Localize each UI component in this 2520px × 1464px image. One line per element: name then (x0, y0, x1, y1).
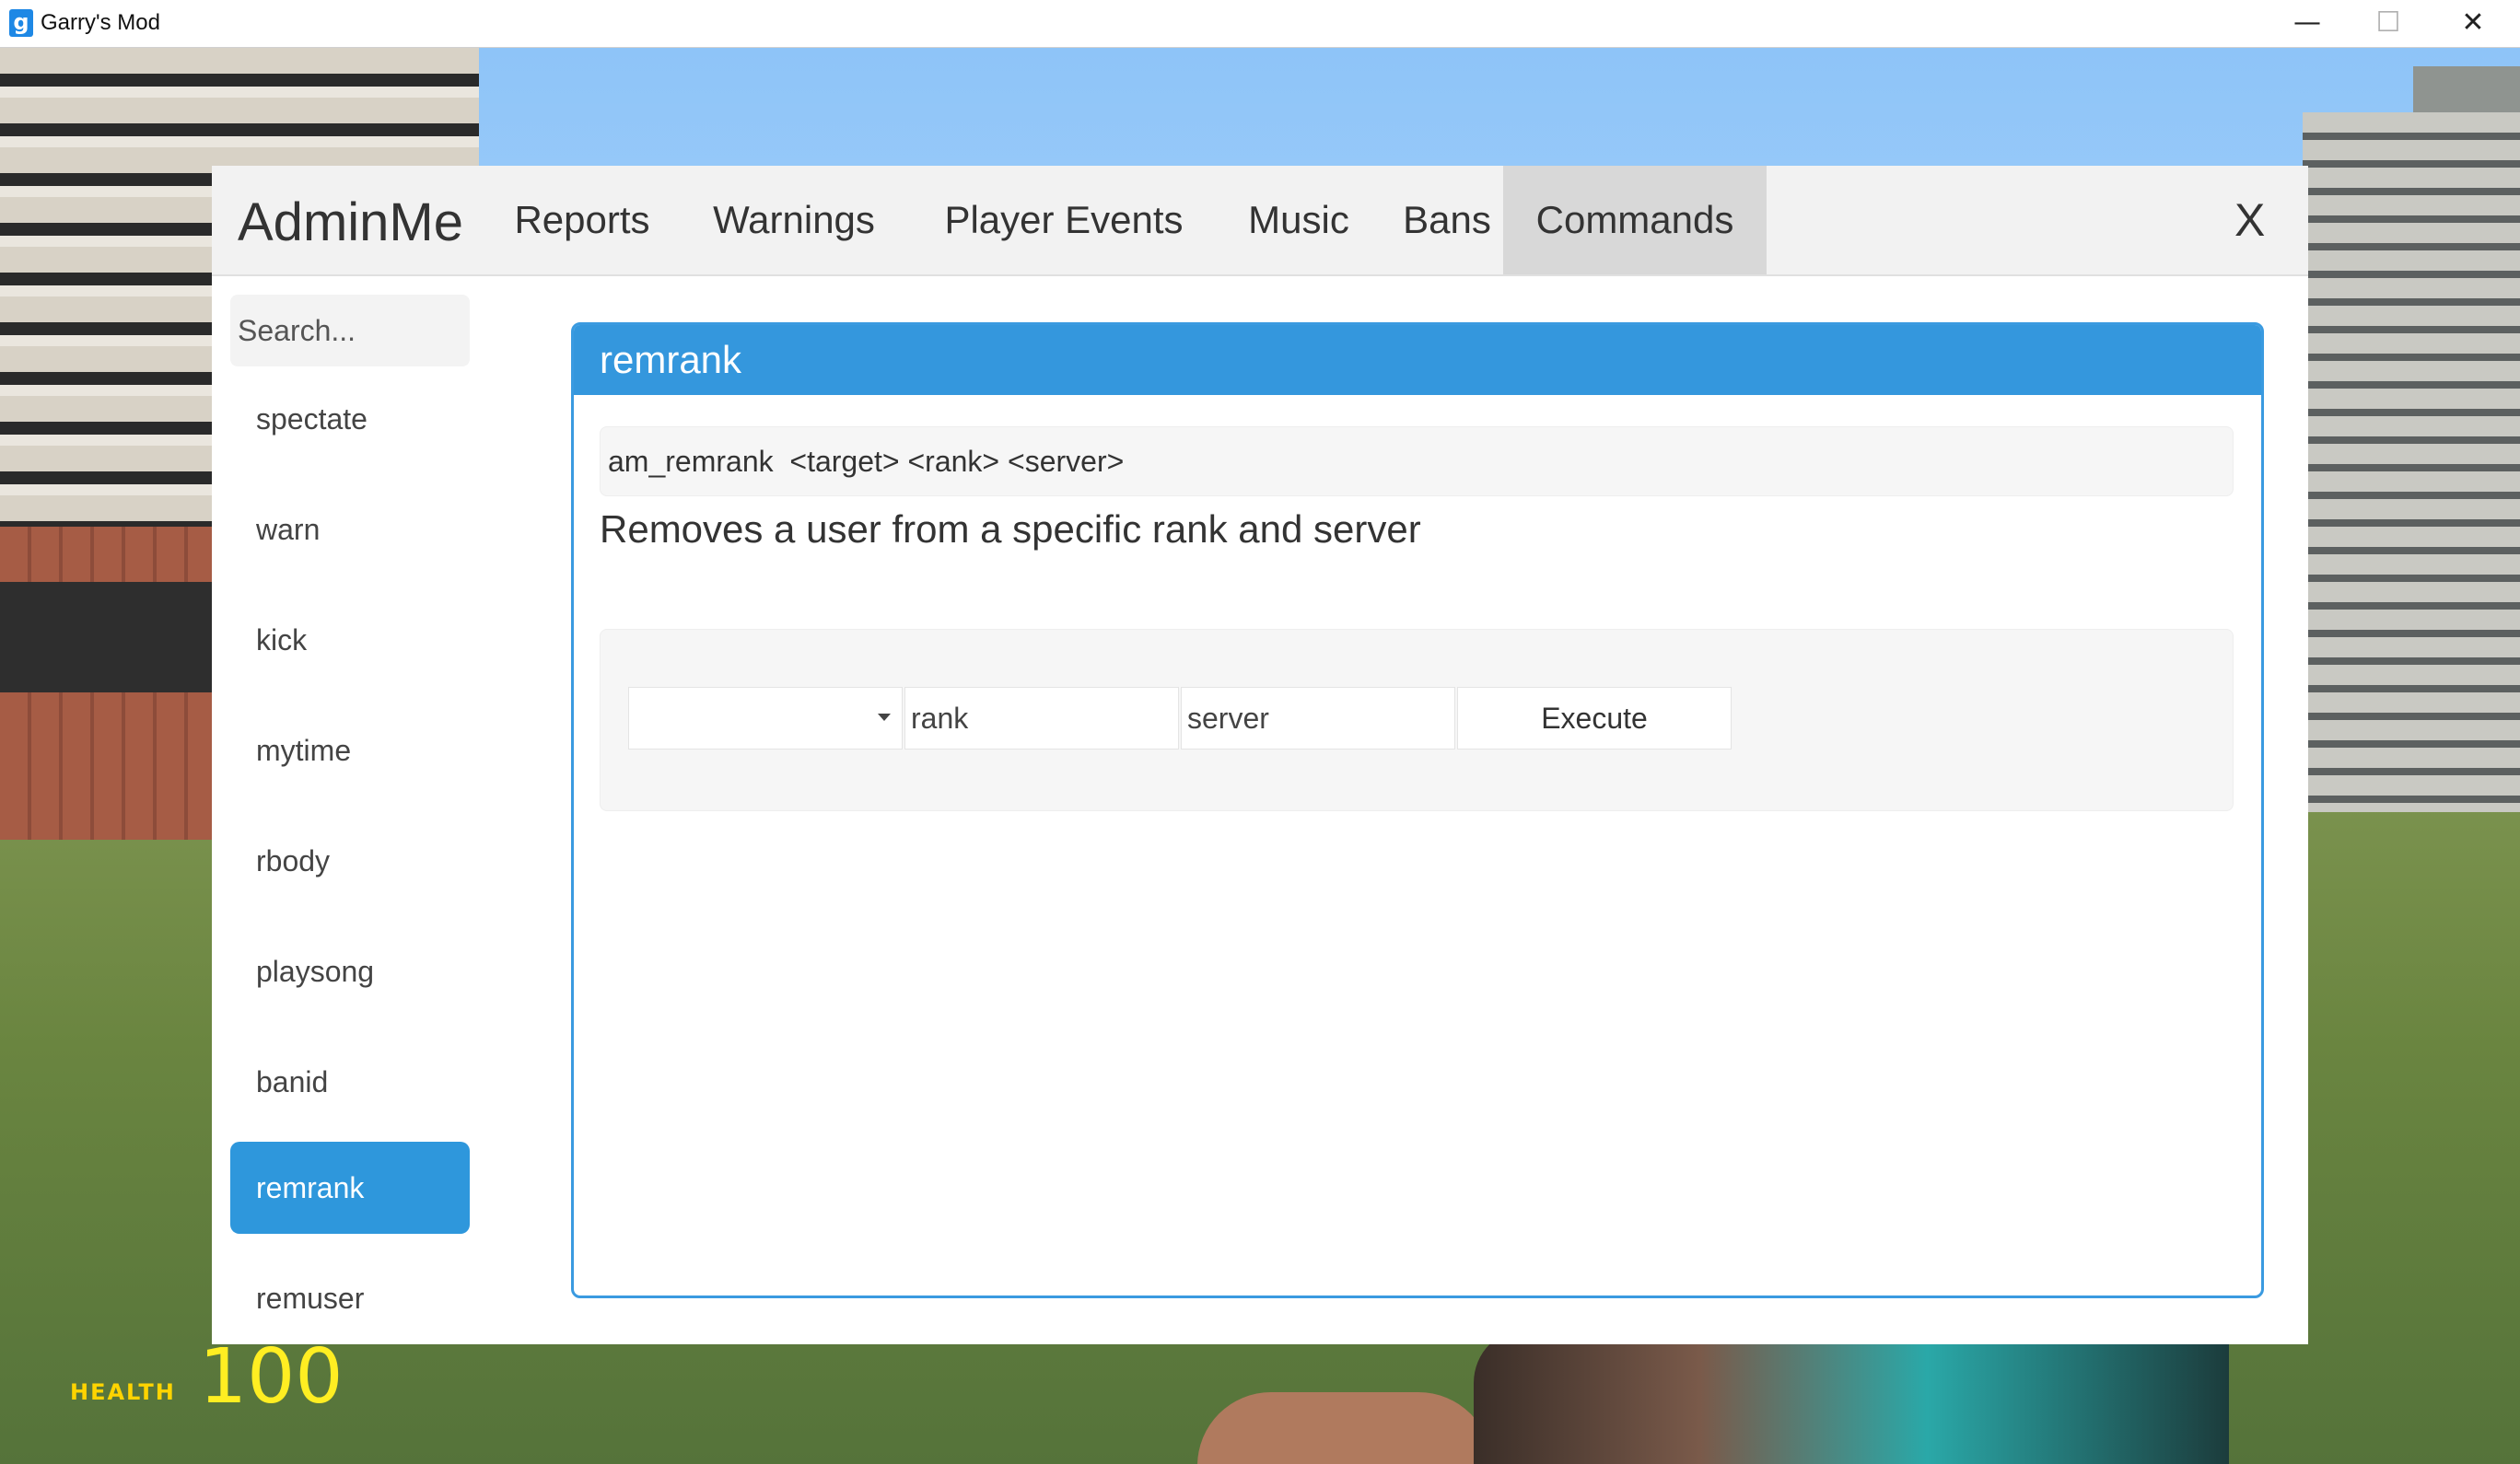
brand-title: AdminMe (238, 192, 463, 252)
minimize-button[interactable]: — (2266, 0, 2349, 48)
command-args-form: rank server Execute (600, 629, 2234, 811)
rank-input[interactable]: rank (904, 687, 1179, 749)
health-value: 100 (199, 1333, 344, 1421)
command-item-rbody[interactable]: rbody (230, 815, 470, 907)
command-detail-title: remrank (574, 325, 2261, 395)
server-input[interactable]: server (1181, 687, 1455, 749)
tab-music[interactable]: Music (1234, 166, 1363, 274)
window-titlebar: g Garry's Mod — ☐ ✕ (0, 0, 2520, 48)
tab-reports[interactable]: Reports (507, 166, 658, 274)
execute-button[interactable]: Execute (1457, 687, 1732, 749)
right-building (2303, 112, 2520, 812)
tab-warnings[interactable]: Warnings (691, 166, 897, 274)
command-item-remuser[interactable]: remuser (230, 1252, 470, 1344)
building-shadow (0, 582, 221, 692)
adminme-panel: AdminMe Reports Warnings Player Events M… (212, 166, 2308, 1344)
command-item-remrank[interactable]: remrank (230, 1142, 470, 1234)
command-item-spectate[interactable]: spectate (230, 373, 470, 465)
window-title: Garry's Mod (41, 10, 160, 35)
chevron-down-icon (878, 714, 891, 721)
command-list: spectate warn kick mytime rbody playsong… (230, 373, 470, 1344)
panel-close-button[interactable]: X (2234, 193, 2265, 247)
gmod-app-icon: g (9, 9, 33, 37)
command-description: Removes a user from a specific rank and … (600, 507, 1421, 551)
weapon-viewmodel (1474, 1328, 2229, 1464)
command-item-kick[interactable]: kick (230, 594, 470, 686)
health-label: HEALTH (70, 1379, 176, 1405)
command-item-warn[interactable]: warn (230, 483, 470, 575)
tab-player-events[interactable]: Player Events (932, 166, 1196, 274)
player-hand (1197, 1392, 1492, 1464)
panel-header: AdminMe Reports Warnings Player Events M… (212, 166, 2308, 276)
tab-commands[interactable]: Commands (1503, 166, 1767, 274)
command-usage: am_remrank <target> <rank> <server> (600, 426, 2234, 496)
command-item-playsong[interactable]: playsong (230, 925, 470, 1017)
command-detail-card: remrank am_remrank <target> <rank> <serv… (571, 322, 2264, 1298)
command-search-input[interactable] (230, 295, 470, 366)
tab-bans[interactable]: Bans (1387, 166, 1507, 274)
command-item-banid[interactable]: banid (230, 1036, 470, 1128)
window-close-button[interactable]: ✕ (2432, 0, 2514, 48)
maximize-button[interactable]: ☐ (2347, 0, 2430, 48)
command-item-mytime[interactable]: mytime (230, 704, 470, 796)
target-dropdown[interactable] (628, 687, 903, 749)
